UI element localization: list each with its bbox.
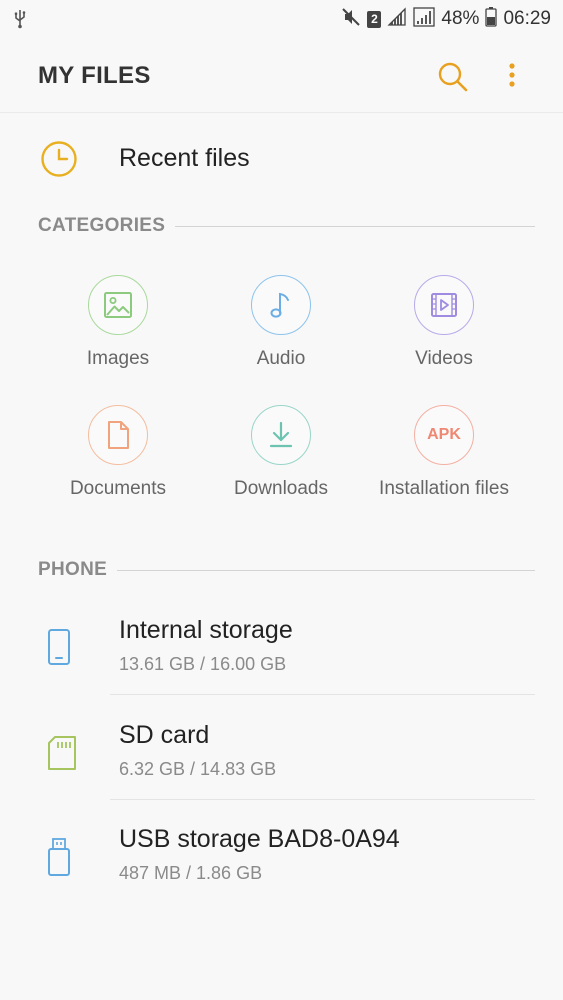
recent-files-item[interactable]: Recent files [0,125,563,193]
storage-name: USB storage BAD8-0A94 [119,825,400,853]
video-icon [431,293,457,317]
search-button[interactable] [436,60,470,94]
signal-icon-2 [413,6,436,32]
apk-icon: APK [427,426,461,443]
status-bar: 2 48% 06:29 [0,0,563,38]
category-label: Downloads [234,478,328,499]
clock-time: 06:29 [503,8,551,29]
music-note-icon [270,292,289,318]
phone-header-label: PHONE [38,559,108,580]
usb-drive-icon [45,837,73,884]
list-divider [110,694,535,695]
category-images-circle [88,275,148,335]
app-bar: MY FILES [0,38,563,113]
category-label: Documents [69,478,167,499]
category-installation-files[interactable]: APK Installation files [364,405,524,500]
more-options-button[interactable] [502,60,522,94]
battery-icon [485,6,498,32]
storage-size: 6.32 GB / 14.83 GB [119,759,277,779]
category-downloads[interactable]: Downloads [201,405,361,500]
download-icon [269,421,293,448]
section-divider [117,569,535,571]
storage-size: 13.61 GB / 16.00 GB [119,654,287,674]
category-audio-circle [251,275,311,335]
category-documents[interactable]: Documents [38,405,198,500]
storage-name: Internal storage [119,616,293,644]
category-label: Videos [415,348,473,369]
usb-icon [12,9,28,34]
category-label: Images [86,348,150,369]
categories-header-label: CATEGORIES [38,215,166,236]
storage-item-internal[interactable]: Internal storage 13.61 GB / 16.00 GB [0,602,563,706]
more-vertical-icon [509,63,515,87]
category-downloads-circle [251,405,311,465]
mute-icon [341,7,361,32]
clock-icon [40,140,78,183]
phone-icon [45,628,73,673]
recent-files-label: Recent files [119,144,250,172]
image-icon [104,292,132,318]
storage-item-usb[interactable]: USB storage BAD8-0A94 487 MB / 1.86 GB [0,811,563,915]
list-divider [110,799,535,800]
page-title: MY FILES [38,62,151,89]
category-documents-circle [88,405,148,465]
storage-item-sd-card[interactable]: SD card 6.32 GB / 14.83 GB [0,707,563,811]
storage-name: SD card [119,721,210,749]
category-images[interactable]: Images [38,275,198,370]
phone-header: PHONE [38,555,535,585]
document-icon [108,421,129,449]
signal-icon [387,6,407,32]
battery-percent: 48% [441,8,480,29]
section-divider [175,225,535,227]
category-installation-files-circle: APK [414,405,474,465]
search-icon [438,62,468,92]
category-audio[interactable]: Audio [201,275,361,370]
categories-header: CATEGORIES [38,211,535,241]
sim-slot-badge: 2 [367,10,382,28]
sd-card-icon [45,733,79,778]
category-videos[interactable]: Videos [364,275,524,370]
category-label: Installation files [379,478,509,499]
category-videos-circle [414,275,474,335]
category-label: Audio [256,348,306,369]
storage-size: 487 MB / 1.86 GB [119,863,263,883]
